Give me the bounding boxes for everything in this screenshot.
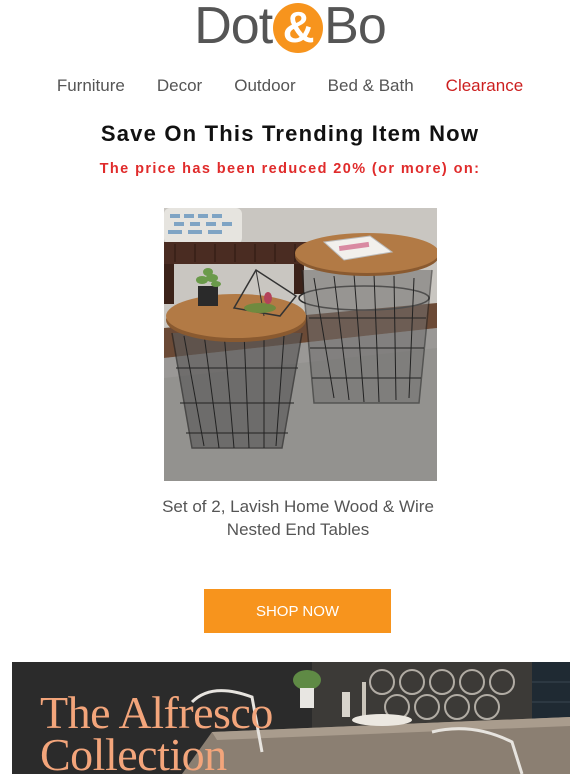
- category-nav: Furniture Decor Outdoor Bed & Bath Clear…: [0, 76, 580, 96]
- promo-headline: Save On This Trending Item Now: [100, 121, 480, 146]
- banner-title: The Alfresco Collection: [40, 687, 273, 774]
- logo-wordmark: Dot & Bo: [194, 0, 387, 55]
- brand-logo[interactable]: Dot & Bo: [0, 0, 580, 55]
- product-image[interactable]: [164, 208, 437, 481]
- nav-clearance[interactable]: Clearance: [430, 76, 540, 96]
- nav-furniture[interactable]: Furniture: [41, 76, 141, 96]
- product-photo: [164, 208, 437, 481]
- alfresco-collection-banner[interactable]: The Alfresco Collection: [12, 662, 570, 774]
- shop-now-button[interactable]: SHOP NOW: [204, 589, 391, 633]
- logo-ampersand-badge: &: [273, 3, 324, 53]
- product-name[interactable]: Set of 2, Lavish Home Wood & Wire Nested…: [140, 495, 456, 541]
- nav-decor[interactable]: Decor: [141, 76, 218, 96]
- nav-outdoor[interactable]: Outdoor: [218, 76, 311, 96]
- nav-bed-bath[interactable]: Bed & Bath: [312, 76, 430, 96]
- promo-subline: The price has been reduced 20% (or more)…: [99, 161, 481, 177]
- logo-text-left: Dot: [194, 0, 273, 55]
- logo-text-right: Bo: [324, 0, 387, 55]
